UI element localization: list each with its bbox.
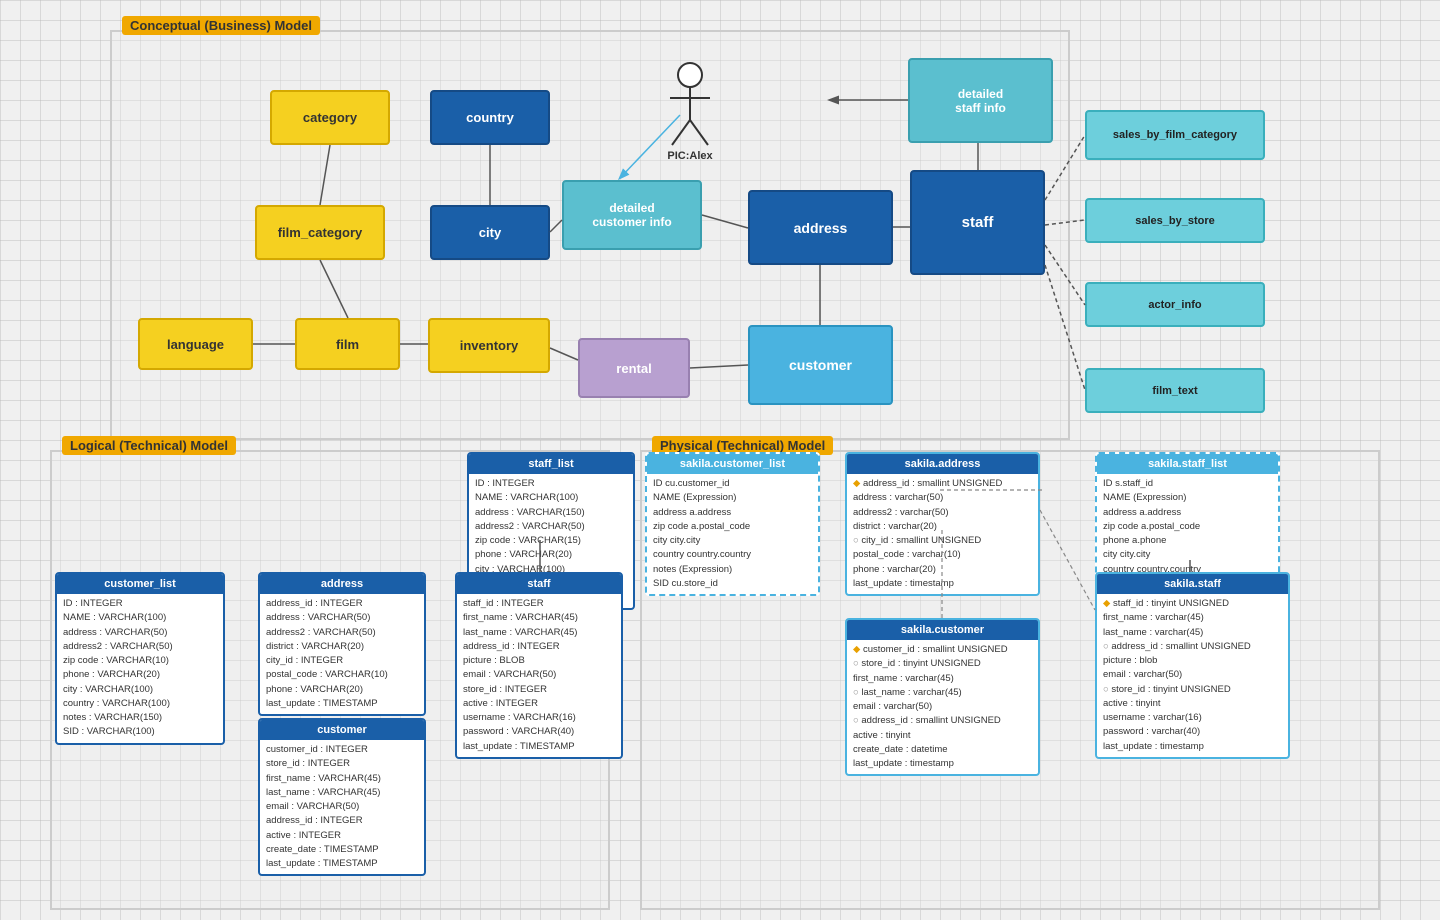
table-sakila-address[interactable]: sakila.address ◆ address_id : smallint U… xyxy=(845,452,1040,596)
table-staff-logical-body: staff_id : INTEGER first_name : VARCHAR(… xyxy=(457,594,621,757)
table-sakila-address-body: ◆ address_id : smallint UNSIGNED address… xyxy=(847,474,1038,594)
table-address-logical-header: address xyxy=(260,574,424,594)
table-sakila-customer-list[interactable]: sakila.customer_list ID cu.customer_id N… xyxy=(645,452,820,596)
table-sakila-staff-list-header: sakila.staff_list xyxy=(1097,454,1278,474)
stick-figure-label: PIC:Alex xyxy=(667,150,712,162)
logical-label: Logical (Technical) Model xyxy=(62,436,236,455)
entity-inventory[interactable]: inventory xyxy=(428,318,550,373)
table-customer-logical[interactable]: customer customer_id : INTEGER store_id … xyxy=(258,718,426,876)
view-sales-by-store[interactable]: sales_by_store xyxy=(1085,198,1265,243)
view-film-text[interactable]: film_text xyxy=(1085,368,1265,413)
entity-country[interactable]: country xyxy=(430,90,550,145)
table-customer-list[interactable]: customer_list ID : INTEGER NAME : VARCHA… xyxy=(55,572,225,745)
table-sakila-address-header: sakila.address xyxy=(847,454,1038,474)
table-sakila-customer-header: sakila.customer xyxy=(847,620,1038,640)
entity-detailed-customer[interactable]: detailed customer info xyxy=(562,180,702,250)
entity-staff[interactable]: staff xyxy=(910,170,1045,275)
table-sakila-customer-list-header: sakila.customer_list xyxy=(647,454,818,474)
view-actor-info[interactable]: actor_info xyxy=(1085,282,1265,327)
table-address-logical[interactable]: address address_id : INTEGER address : V… xyxy=(258,572,426,716)
table-staff-logical-header: staff xyxy=(457,574,621,594)
table-customer-logical-header: customer xyxy=(260,720,424,740)
table-sakila-customer-body: ◆ customer_id : smallint UNSIGNED ○ stor… xyxy=(847,640,1038,774)
stick-figure: PIC:Alex xyxy=(660,60,720,162)
entity-customer[interactable]: customer xyxy=(748,325,893,405)
entity-film-category[interactable]: film_category xyxy=(255,205,385,260)
conceptual-label: Conceptual (Business) Model xyxy=(122,16,320,35)
entity-address[interactable]: address xyxy=(748,190,893,265)
table-customer-logical-body: customer_id : INTEGER store_id : INTEGER… xyxy=(260,740,424,874)
entity-rental[interactable]: rental xyxy=(578,338,690,398)
view-sales-by-film-category[interactable]: sales_by_film_category xyxy=(1085,110,1265,160)
table-staff-logical[interactable]: staff staff_id : INTEGER first_name : VA… xyxy=(455,572,623,759)
entity-language[interactable]: language xyxy=(138,318,253,370)
table-customer-list-header: customer_list xyxy=(57,574,223,594)
entity-film[interactable]: film xyxy=(295,318,400,370)
table-staff-list-header: staff_list xyxy=(469,454,633,474)
entity-category[interactable]: category xyxy=(270,90,390,145)
canvas: Conceptual (Business) Model Logical (Tec… xyxy=(0,0,1440,920)
table-sakila-staff-body: ◆ staff_id : tinyint UNSIGNED first_name… xyxy=(1097,594,1288,757)
table-address-logical-body: address_id : INTEGER address : VARCHAR(5… xyxy=(260,594,424,714)
entity-city[interactable]: city xyxy=(430,205,550,260)
entity-detailed-staff[interactable]: detailed staff info xyxy=(908,58,1053,143)
table-sakila-staff[interactable]: sakila.staff ◆ staff_id : tinyint UNSIGN… xyxy=(1095,572,1290,759)
table-sakila-customer-list-body: ID cu.customer_id NAME (Expression) addr… xyxy=(647,474,818,594)
table-sakila-staff-header: sakila.staff xyxy=(1097,574,1288,594)
table-sakila-customer[interactable]: sakila.customer ◆ customer_id : smallint… xyxy=(845,618,1040,776)
table-customer-list-body: ID : INTEGER NAME : VARCHAR(100) address… xyxy=(57,594,223,743)
